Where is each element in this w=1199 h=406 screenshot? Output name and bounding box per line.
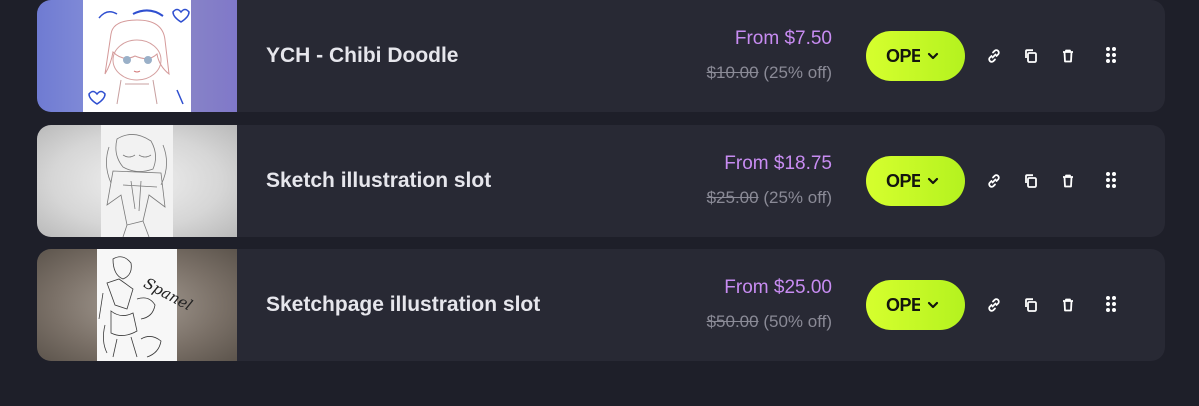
commission-row[interactable]: YCH - Chibi Doodle From $7.50 $10.00 (25…: [37, 0, 1165, 112]
chevron-down-icon: [927, 52, 939, 60]
original-price: $50.00: [706, 312, 759, 331]
status-dropdown-button[interactable]: OPEN: [866, 31, 965, 81]
commission-title[interactable]: Sketch illustration slot: [266, 125, 491, 237]
drag-handle-icon[interactable]: [1101, 170, 1121, 190]
commission-title[interactable]: YCH - Chibi Doodle: [266, 0, 459, 112]
commission-title[interactable]: Sketchpage illustration slot: [266, 249, 540, 361]
status-dropdown-button[interactable]: OPEN: [866, 280, 965, 330]
status-label-wrap: OPEN: [886, 31, 920, 81]
status-label-wrap: OPEN: [886, 156, 920, 206]
price-info: From $25.00 $50.00 (50% off): [707, 273, 832, 335]
chevron-down-icon: [927, 301, 939, 309]
price-original-line: $25.00 (25% off): [707, 185, 832, 211]
commission-thumbnail[interactable]: [37, 125, 237, 237]
status-dropdown-button[interactable]: OPEN: [866, 156, 965, 206]
status-label-wrap: OPEN: [886, 280, 920, 330]
commission-thumbnail[interactable]: Spanel: [37, 249, 237, 361]
sketch-illustration-image: [101, 125, 173, 237]
price-original-line: $50.00 (50% off): [707, 309, 832, 335]
discount-label: (50% off): [763, 312, 832, 331]
status-label: OPEN: [886, 46, 920, 66]
link-icon[interactable]: [984, 295, 1004, 315]
discount-label: (25% off): [763, 188, 832, 207]
price-info: From $7.50 $10.00 (25% off): [707, 24, 832, 86]
price-from: From $25.00: [724, 277, 832, 298]
commission-thumbnail[interactable]: [37, 0, 237, 112]
copy-icon[interactable]: [1021, 46, 1041, 66]
original-price: $10.00: [706, 63, 759, 82]
discount-label: (25% off): [763, 63, 832, 82]
drag-handle-icon[interactable]: [1101, 45, 1121, 65]
status-label: OPEN: [886, 171, 920, 191]
trash-icon[interactable]: [1058, 295, 1078, 315]
status-label: OPEN: [886, 295, 920, 315]
trash-icon[interactable]: [1058, 171, 1078, 191]
trash-icon[interactable]: [1058, 46, 1078, 66]
chevron-down-icon: [927, 177, 939, 185]
commission-row[interactable]: Spanel Sketchpage illustration slot From…: [37, 249, 1165, 361]
link-icon[interactable]: [984, 171, 1004, 191]
price-from: From $18.75: [724, 153, 832, 174]
link-icon[interactable]: [984, 46, 1004, 66]
commission-list: YCH - Chibi Doodle From $7.50 $10.00 (25…: [0, 0, 1199, 406]
commission-row[interactable]: Sketch illustration slot From $18.75 $25…: [37, 125, 1165, 237]
original-price: $25.00: [706, 188, 759, 207]
drag-handle-icon[interactable]: [1101, 294, 1121, 314]
price-info: From $18.75 $25.00 (25% off): [707, 149, 832, 211]
price-from: From $7.50: [734, 28, 832, 49]
sketchpage-illustration-image: Spanel: [97, 249, 195, 361]
copy-icon[interactable]: [1021, 295, 1041, 315]
copy-icon[interactable]: [1021, 171, 1041, 191]
price-original-line: $10.00 (25% off): [707, 60, 832, 86]
chibi-doodle-image: [83, 0, 191, 112]
